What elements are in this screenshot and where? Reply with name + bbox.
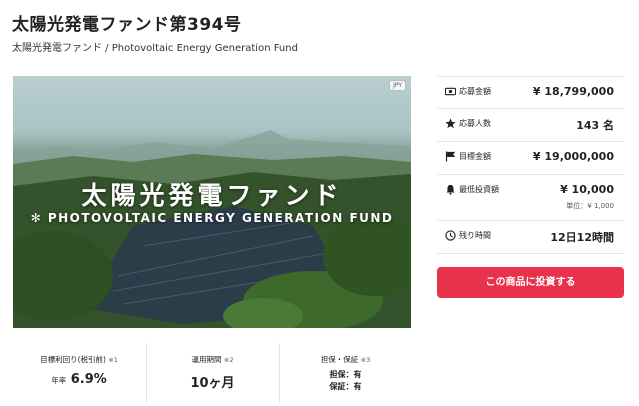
stat-note: ※1 [108,356,118,364]
summary-value: 143 名 [576,119,614,132]
flag-icon [445,151,456,162]
stat-value: 6.9% [70,372,107,387]
invest-button[interactable]: この商品に投資する [437,267,624,298]
summary-label: 応募金額 [459,87,491,96]
summary-row-time-remaining: 残り時間 12日12時間 [437,221,624,254]
star-icon [445,118,456,129]
fund-hero-image: 太陽光発電ファンド ✻ PHOTOVOLTAIC ENERGY GENERATI… [13,76,411,328]
stat-label: 目標利回り(税引前) [40,355,106,364]
page-subtitle: 太陽光発電ファンド / Photovoltaic Energy Generati… [12,43,298,54]
stat-target-yield: 目標利回り(税引前) ※1 年率 6.9% [13,343,145,403]
page-title: 太陽光発電ファンド第394号 [12,15,242,35]
fund-stats: 目標利回り(税引前) ※1 年率 6.9% 運用期間 ※2 10ヶ月 担保・保証… [13,343,411,403]
summary-label: 最低投資額 [459,185,499,194]
fund-summary-panel: 応募金額 ¥ 18,799,000 応募人数 143 名 目標金額 ¥ 19,0… [437,76,624,254]
summary-subvalue: 単位：¥ 1,000 [566,202,614,210]
stat-operating-period: 運用期間 ※2 10ヶ月 [146,343,278,403]
bell-icon [446,184,455,195]
stat-collateral-guarantee: 担保・保証 ※3 担保：有 保証：有 [279,343,411,403]
summary-value: ¥ 19,000,000 [532,150,614,163]
summary-label: 応募人数 [459,119,491,128]
stat-prefix: 年率 [51,376,67,385]
summary-row-applicants: 応募人数 143 名 [437,109,624,142]
clock-icon [445,230,456,241]
stat-collateral-line: 担保：有 [329,370,362,379]
summary-label: 目標金額 [459,152,491,161]
hero-title-jp: 太陽光発電ファンド [81,181,343,210]
summary-value: ¥ 10,000 [560,183,614,196]
summary-value: ¥ 18,799,000 [532,85,614,98]
money-icon [445,87,456,96]
summary-row-minimum-investment: 最低投資額 ¥ 10,000 単位：¥ 1,000 [437,175,624,221]
currency-badge: JPY [389,80,406,91]
stat-note: ※3 [360,356,371,364]
stat-value: 10ヶ月 [190,376,235,391]
summary-row-target-amount: 目標金額 ¥ 19,000,000 [437,142,624,175]
stat-label: 担保・保証 [320,355,359,364]
summary-label: 残り時間 [459,231,491,240]
summary-value: 12日12時間 [550,231,614,244]
summary-row-applied-amount: 応募金額 ¥ 18,799,000 [437,76,624,109]
hero-title-en: ✻ PHOTOVOLTAIC ENERGY GENERATION FUND [30,211,394,225]
stat-guarantee-line: 保証：有 [329,382,362,391]
stat-note: ※2 [223,356,234,364]
stat-label: 運用期間 [191,355,222,364]
